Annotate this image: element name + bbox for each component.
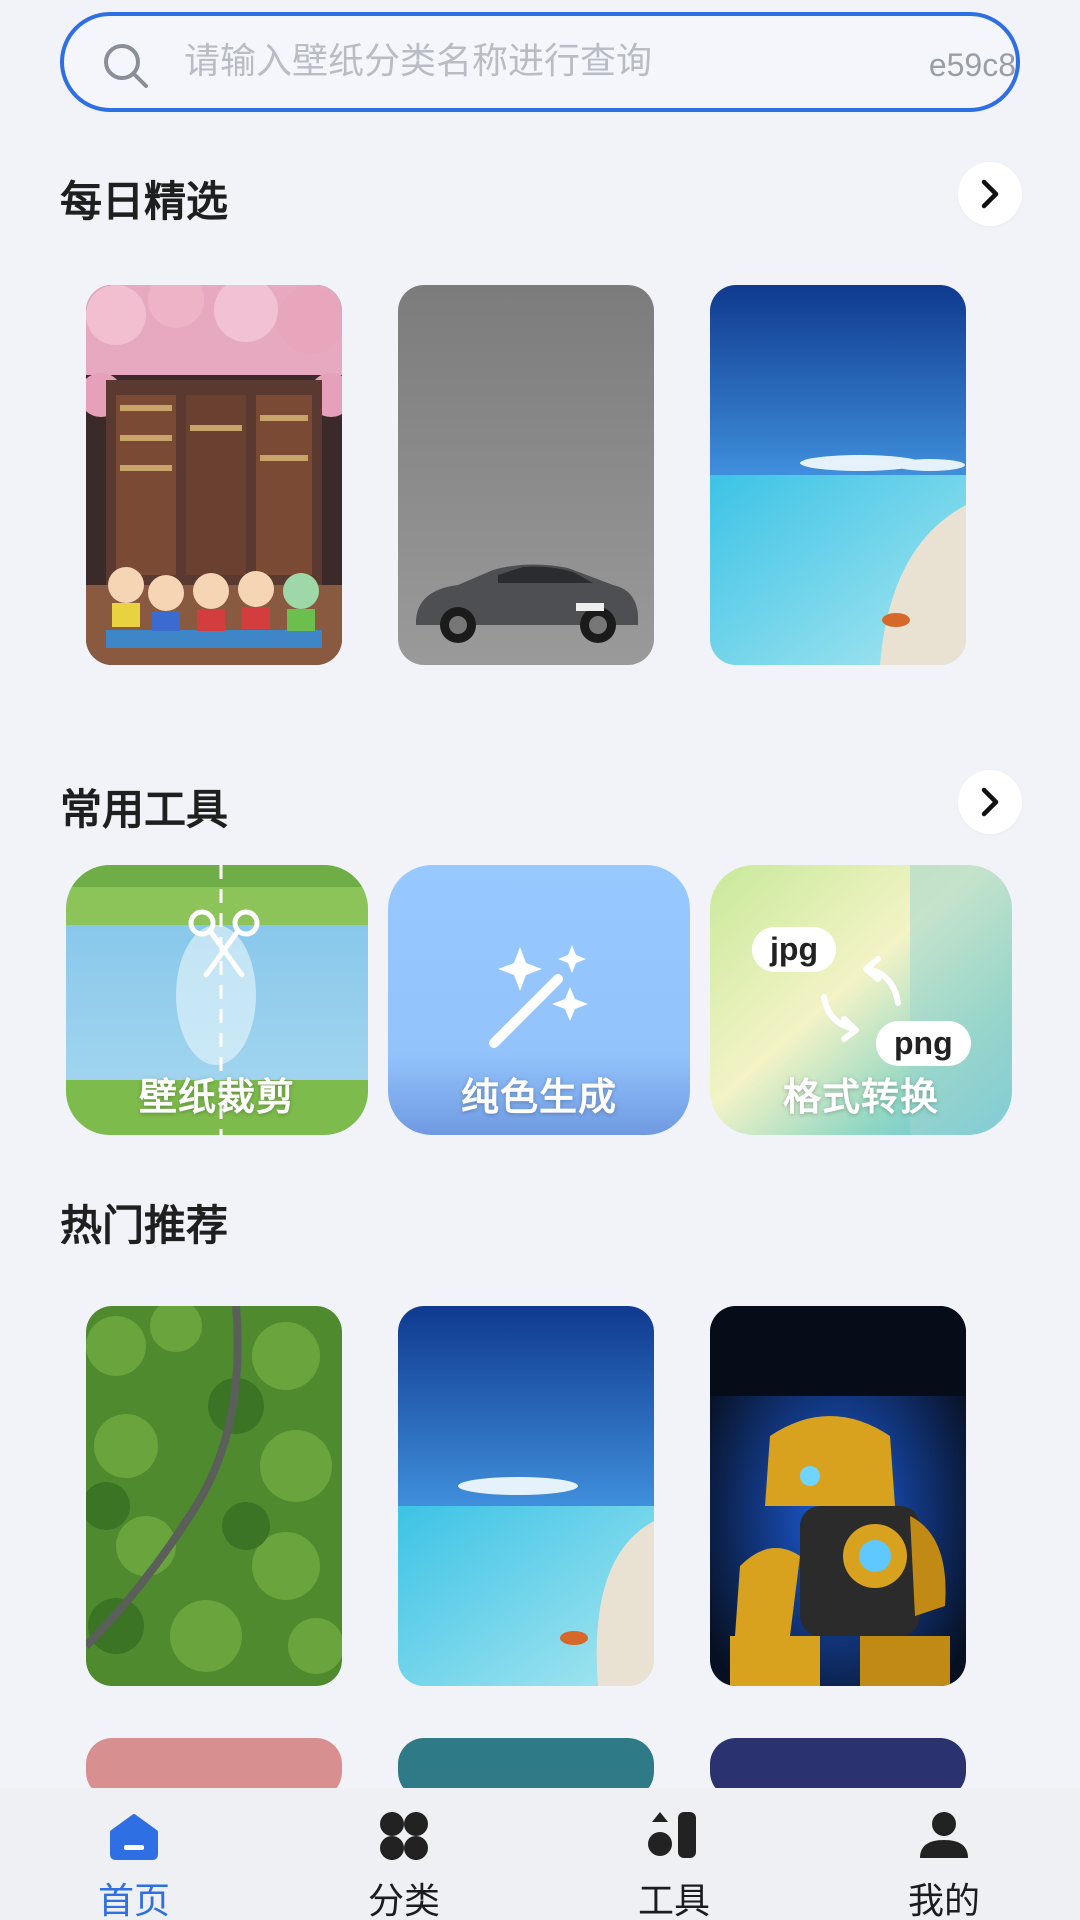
hot-title: 热门推荐 bbox=[60, 1201, 229, 1250]
tool-format-convert[interactable]: jpg png 格式转换 bbox=[710, 865, 1012, 1135]
category-icon bbox=[380, 1812, 428, 1860]
daily-picks-title: 每日精选 bbox=[60, 177, 229, 226]
tool-label: 纯色生成 bbox=[460, 1075, 617, 1119]
grey-car-image bbox=[398, 285, 654, 665]
blue-beach-image bbox=[710, 285, 966, 665]
nav-item-home[interactable]: 首页 bbox=[34, 1788, 234, 1920]
bottom-navigation: 首页 分类 工具 我的 bbox=[0, 1788, 1080, 1920]
daily-picks-more-button[interactable] bbox=[958, 162, 1022, 226]
search-code-text: e59c8 bbox=[928, 47, 1016, 83]
convert-arrows-icon bbox=[821, 956, 901, 1042]
nav-label: 工具 bbox=[637, 1881, 710, 1920]
tools-more-button[interactable] bbox=[958, 770, 1022, 834]
scissors-icon bbox=[188, 909, 260, 978]
bookstore-cartoon-image bbox=[86, 285, 342, 665]
chevron-right-icon bbox=[981, 179, 999, 209]
wallpaper-card-beach-2[interactable] bbox=[398, 1306, 654, 1686]
chevron-right-icon bbox=[981, 787, 999, 817]
tool-wallpaper-crop[interactable]: 壁纸裁剪 bbox=[66, 865, 368, 1135]
tool-solid-color[interactable]: 纯色生成 bbox=[388, 865, 690, 1135]
search-bar[interactable]: 请输入壁纸分类名称进行查询 e59c8 bbox=[60, 12, 1020, 112]
robot-image bbox=[710, 1306, 966, 1686]
tools-icon bbox=[648, 1812, 696, 1858]
nav-item-profile[interactable]: 我的 bbox=[844, 1788, 1044, 1920]
nav-label: 我的 bbox=[907, 1881, 980, 1920]
profile-icon bbox=[920, 1812, 968, 1858]
nav-item-category[interactable]: 分类 bbox=[304, 1788, 504, 1920]
wallpaper-card-car[interactable] bbox=[398, 285, 654, 665]
wallpaper-card-forest[interactable] bbox=[86, 1306, 342, 1686]
search-input[interactable]: 请输入壁纸分类名称进行查询 bbox=[184, 16, 652, 108]
magic-wand-icon bbox=[489, 945, 588, 1048]
wallpaper-card-beach[interactable] bbox=[710, 285, 966, 665]
tool-label: 壁纸裁剪 bbox=[138, 1075, 295, 1119]
wallpaper-card-robot[interactable] bbox=[710, 1306, 966, 1686]
search-icon bbox=[104, 44, 148, 88]
nav-item-tools[interactable]: 工具 bbox=[574, 1788, 774, 1920]
nav-label: 分类 bbox=[367, 1881, 440, 1920]
wallpaper-card-bookstore[interactable] bbox=[86, 285, 342, 665]
beach-image bbox=[398, 1306, 654, 1686]
home-icon bbox=[110, 1814, 158, 1860]
forest-road-image bbox=[86, 1306, 342, 1686]
nav-label: 首页 bbox=[97, 1881, 170, 1920]
tools-title: 常用工具 bbox=[60, 785, 229, 834]
tool-label: 格式转换 bbox=[782, 1075, 939, 1119]
